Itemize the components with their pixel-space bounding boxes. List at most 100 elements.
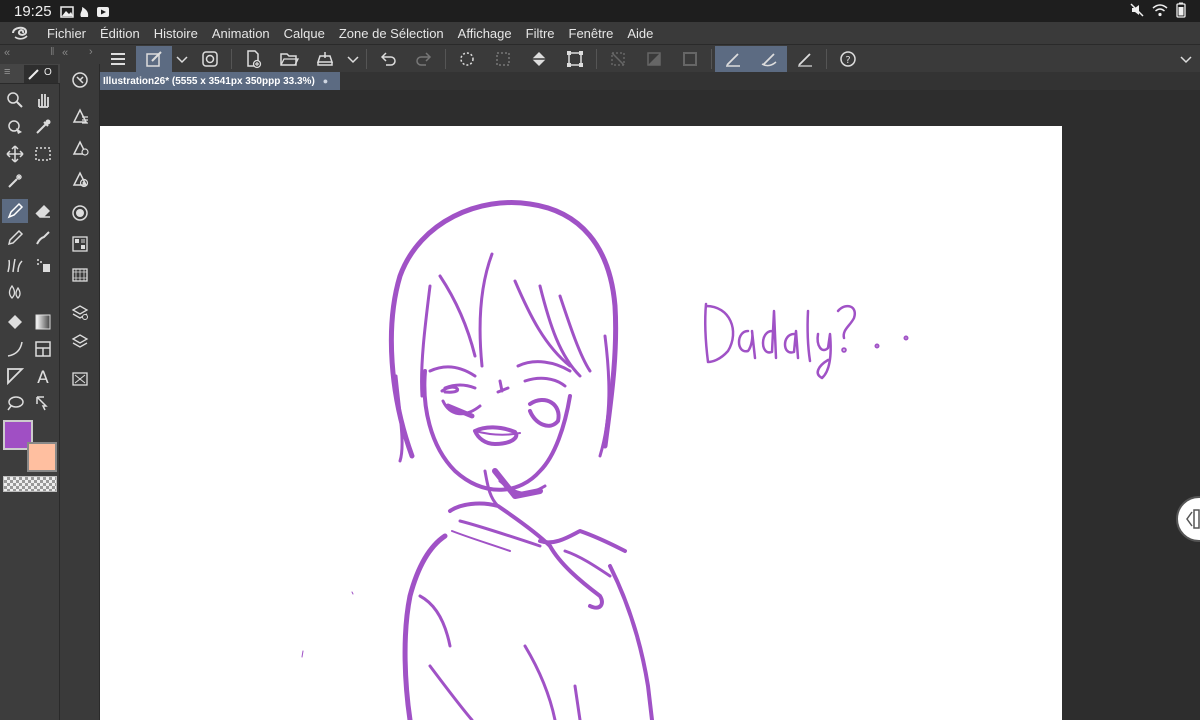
hamburger-menu-icon[interactable] xyxy=(100,46,136,72)
collapse-subpanel-button[interactable]: « xyxy=(62,47,68,59)
pencil-icon[interactable] xyxy=(2,226,28,250)
eyedropper-icon[interactable] xyxy=(30,115,56,139)
transform-icon[interactable] xyxy=(557,46,593,72)
hand-icon[interactable] xyxy=(30,88,56,112)
toolbar-separator xyxy=(711,48,712,69)
open-folder-icon[interactable] xyxy=(271,46,307,72)
toolbar-separator xyxy=(826,48,827,69)
ruler-icon[interactable] xyxy=(2,364,28,388)
menu-filtre[interactable]: Filtre xyxy=(519,26,562,41)
app-logo-icon[interactable] xyxy=(0,22,40,44)
toolbar-separator xyxy=(366,48,367,69)
selection-launcher-icon[interactable] xyxy=(485,46,521,72)
svg-text:?: ? xyxy=(845,55,850,66)
gallery-icon xyxy=(59,5,74,18)
color-wheel-icon[interactable] xyxy=(67,201,93,225)
document-tab-title: Illustration26* (5555 x 3541px 350ppp 33… xyxy=(103,75,315,87)
menu-zone-de-selection[interactable]: Zone de Sélection xyxy=(332,26,451,41)
sketch-artwork xyxy=(301,200,909,720)
border-icon[interactable] xyxy=(672,46,708,72)
zoom-icon[interactable] xyxy=(2,88,28,112)
chevron-down-icon[interactable] xyxy=(343,46,363,72)
redo-icon[interactable] xyxy=(406,46,442,72)
new-file-icon[interactable] xyxy=(235,46,271,72)
menu-fenetre[interactable]: Fenêtre xyxy=(562,26,621,41)
panel-collapse-strip: « ‖ « › xyxy=(0,44,100,64)
brush-size-icon[interactable] xyxy=(67,167,93,191)
menu-histoire[interactable]: Histoire xyxy=(147,26,205,41)
close-tab-icon[interactable]: ● xyxy=(323,76,328,86)
target-icon[interactable] xyxy=(67,68,93,92)
color-set-icon[interactable] xyxy=(67,232,93,256)
chevron-down-icon[interactable] xyxy=(172,46,192,72)
snap-ruler-icon[interactable] xyxy=(715,45,751,72)
canvas-handwritten-text: Dadaly ? . . xyxy=(700,296,701,297)
clear-selection-icon[interactable] xyxy=(449,46,485,72)
clock: 19:25 xyxy=(14,2,52,20)
menu-fichier[interactable]: Fichier xyxy=(40,26,93,41)
help-icon[interactable]: ? xyxy=(830,46,866,72)
quick-access-panel xyxy=(60,64,100,720)
pen-tool-icon[interactable] xyxy=(2,199,28,223)
text-icon[interactable]: A xyxy=(30,364,56,388)
companion-mode-icon[interactable] xyxy=(192,46,228,72)
tool-tab[interactable]: O xyxy=(24,65,58,83)
svg-text:A: A xyxy=(37,368,49,385)
tool-tab-label: O xyxy=(44,67,52,78)
menu-edition[interactable]: Édition xyxy=(93,26,147,41)
menu-animation[interactable]: Animation xyxy=(205,26,277,41)
expand-panel-button[interactable]: › xyxy=(89,46,93,58)
fill-icon[interactable] xyxy=(521,46,557,72)
move-icon[interactable] xyxy=(2,142,28,166)
edit-mode-button[interactable] xyxy=(136,45,172,72)
tool-property-icon[interactable] xyxy=(67,136,93,160)
balloon-icon[interactable] xyxy=(2,391,28,415)
collapse-panel-button[interactable]: « xyxy=(4,47,10,59)
undo-icon[interactable] xyxy=(370,46,406,72)
panel-grip-icon[interactable]: ‖ xyxy=(50,46,55,58)
toolbar-separator xyxy=(445,48,446,69)
hide-selection-icon[interactable] xyxy=(600,46,636,72)
eraser-icon[interactable] xyxy=(30,199,56,223)
menu-calque[interactable]: Calque xyxy=(277,26,332,41)
transparent-color-swatch[interactable] xyxy=(3,476,57,492)
blend-icon[interactable] xyxy=(2,280,28,304)
sub-color-swatch[interactable] xyxy=(27,442,57,472)
menu-aide[interactable]: Aide xyxy=(620,26,660,41)
save-cloud-icon[interactable] xyxy=(307,46,343,72)
magic-wand-icon[interactable] xyxy=(2,169,28,193)
timeline-icon[interactable] xyxy=(67,263,93,287)
curve-icon[interactable] xyxy=(2,337,28,361)
brush-icon[interactable] xyxy=(30,226,56,250)
selection-rect-icon[interactable] xyxy=(30,142,56,166)
operation-icon[interactable] xyxy=(2,115,28,139)
pen-icon xyxy=(28,69,39,80)
menu-affichage[interactable]: Affichage xyxy=(451,26,519,41)
fill-bucket-icon[interactable] xyxy=(2,310,28,334)
navigator-icon[interactable] xyxy=(67,367,93,391)
decoration-icon[interactable] xyxy=(2,253,28,277)
snap-brush-icon[interactable] xyxy=(751,45,787,72)
battery-icon xyxy=(1176,2,1186,21)
status-bar: 19:25 xyxy=(0,0,1200,22)
snap-special-ruler-icon[interactable] xyxy=(787,46,823,72)
layers-icon[interactable] xyxy=(67,330,93,354)
tool-panel-header: ≡ O xyxy=(0,64,60,84)
airbrush-icon[interactable] xyxy=(30,253,56,277)
video-icon xyxy=(96,5,110,17)
wifi-icon xyxy=(1152,3,1168,20)
toolbar-separator xyxy=(596,48,597,69)
command-bar: ? xyxy=(100,44,1200,72)
document-tab[interactable]: Illustration26* (5555 x 3541px 350ppp 33… xyxy=(100,72,340,90)
gradient-tool-icon[interactable] xyxy=(30,310,56,334)
mute-icon xyxy=(1130,2,1144,20)
drawing-canvas[interactable]: Dadaly ? . . xyxy=(100,126,1062,720)
chevron-left-icon xyxy=(1186,509,1200,529)
gradient-icon[interactable] xyxy=(636,46,672,72)
correct-line-icon[interactable] xyxy=(30,391,56,415)
chevron-down-icon[interactable] xyxy=(1172,46,1200,72)
layer-property-icon[interactable] xyxy=(67,300,93,324)
frame-border-icon[interactable] xyxy=(30,337,56,361)
menu-lines-icon[interactable]: ≡ xyxy=(4,66,10,78)
subtool-icon[interactable] xyxy=(67,104,93,128)
